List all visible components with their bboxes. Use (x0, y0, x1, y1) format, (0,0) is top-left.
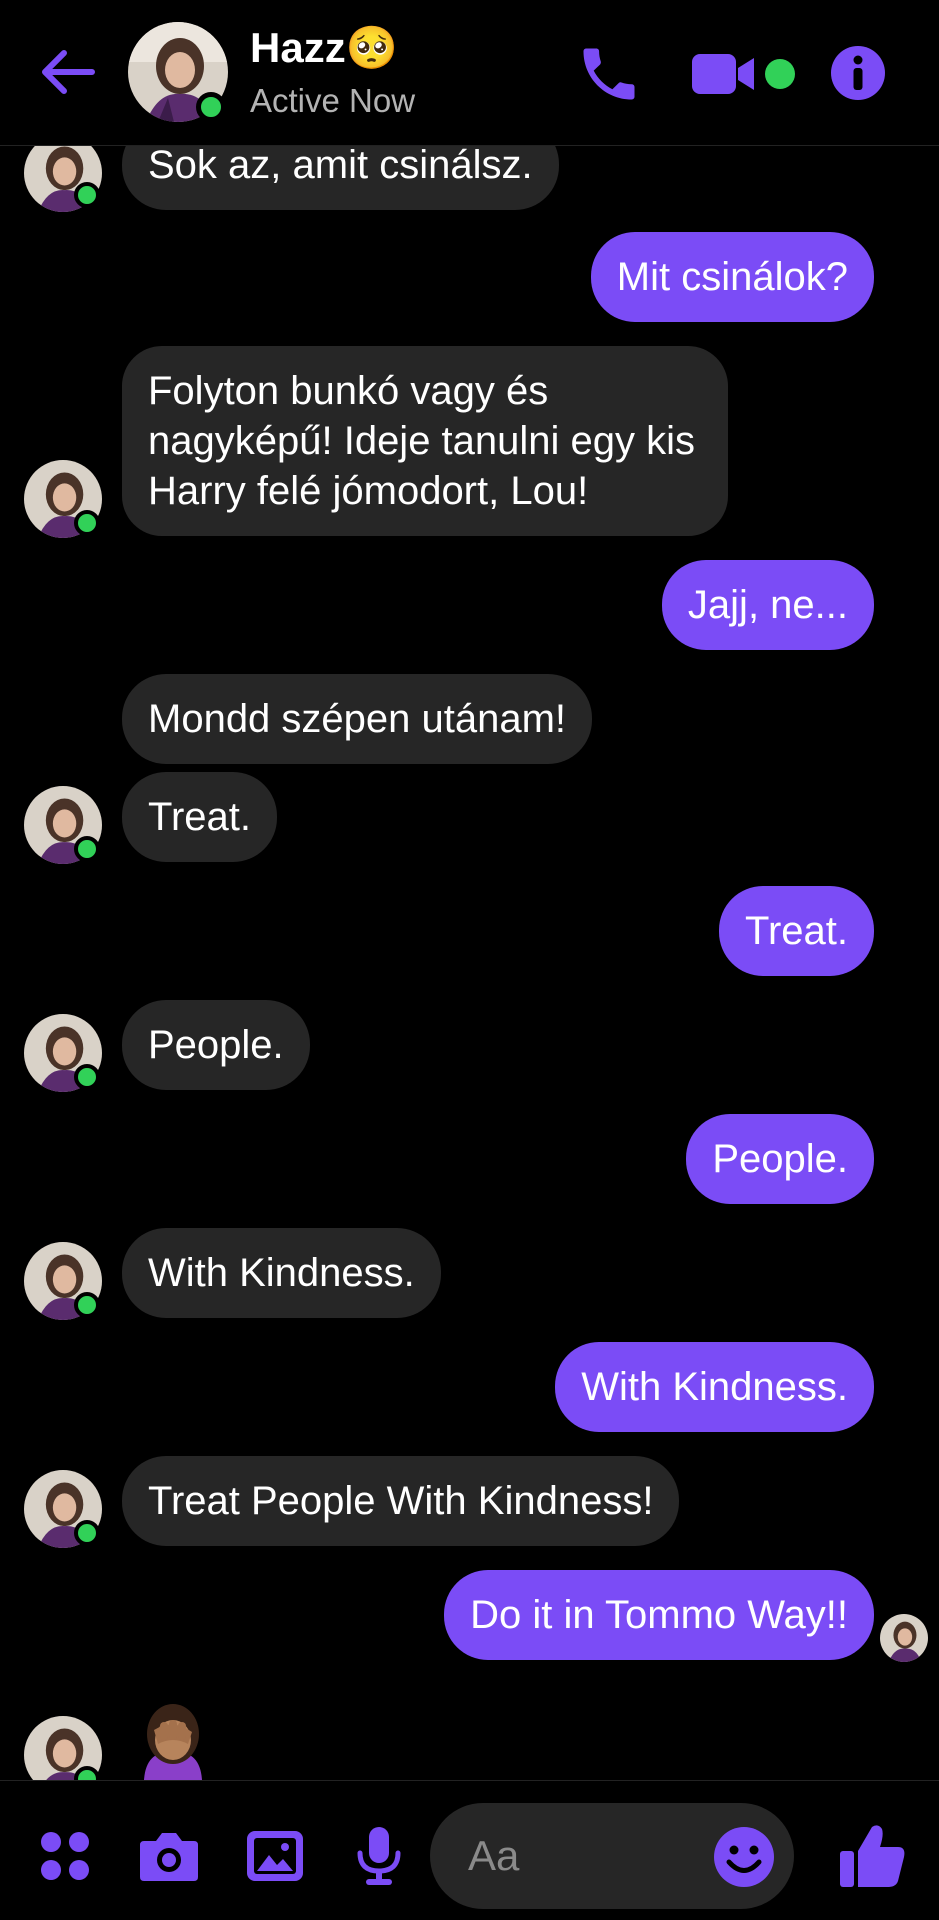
message-composer (430, 1803, 794, 1909)
online-indicator (74, 836, 100, 862)
message-incoming[interactable]: Treat. (122, 772, 277, 862)
message-outgoing[interactable]: Treat. (719, 886, 874, 976)
info-icon[interactable] (828, 43, 888, 103)
message-outgoing[interactable]: Jajj, ne... (661, 560, 874, 650)
message-input[interactable] (468, 1827, 708, 1885)
apps-icon[interactable] (32, 1823, 98, 1889)
message-incoming[interactable]: People. (122, 1000, 310, 1090)
read-receipt-avatar (880, 1614, 928, 1662)
composer-bar (0, 1780, 939, 1920)
online-indicator (196, 92, 226, 122)
gallery-icon[interactable] (242, 1823, 308, 1889)
online-indicator (74, 1064, 100, 1090)
message-incoming[interactable]: With Kindness. (122, 1228, 441, 1318)
online-indicator (74, 182, 100, 208)
message-incoming[interactable]: Mondd szépen utánam! (122, 674, 593, 764)
active-status: Active Now (250, 82, 416, 119)
message-outgoing[interactable]: Mit csinálok? (590, 232, 874, 322)
message-outgoing[interactable]: With Kindness. (555, 1342, 874, 1432)
message-incoming[interactable]: Treat People With Kindness! (122, 1456, 680, 1546)
message-outgoing[interactable]: People. (686, 1114, 874, 1204)
video-active-indicator (765, 59, 795, 89)
thumbs-up-icon[interactable] (836, 1819, 910, 1893)
camera-icon[interactable] (136, 1823, 202, 1889)
message-incoming[interactable]: Folyton bunkó vagy és nagyképű! Ideje ta… (122, 346, 728, 536)
online-indicator (74, 510, 100, 536)
microphone-icon[interactable] (346, 1823, 412, 1889)
online-indicator (74, 1292, 100, 1318)
emoji-icon[interactable] (712, 1825, 776, 1889)
message-outgoing[interactable]: Do it in Tommo Way!! (444, 1570, 874, 1660)
conversation-header: Hazz🥺 Active Now (0, 0, 939, 146)
face-palm-emoji[interactable] (132, 1700, 214, 1780)
phone-icon[interactable] (575, 40, 643, 108)
online-indicator (74, 1520, 100, 1546)
contact-name[interactable]: Hazz🥺 (250, 24, 398, 73)
back-arrow-icon[interactable] (38, 42, 98, 102)
